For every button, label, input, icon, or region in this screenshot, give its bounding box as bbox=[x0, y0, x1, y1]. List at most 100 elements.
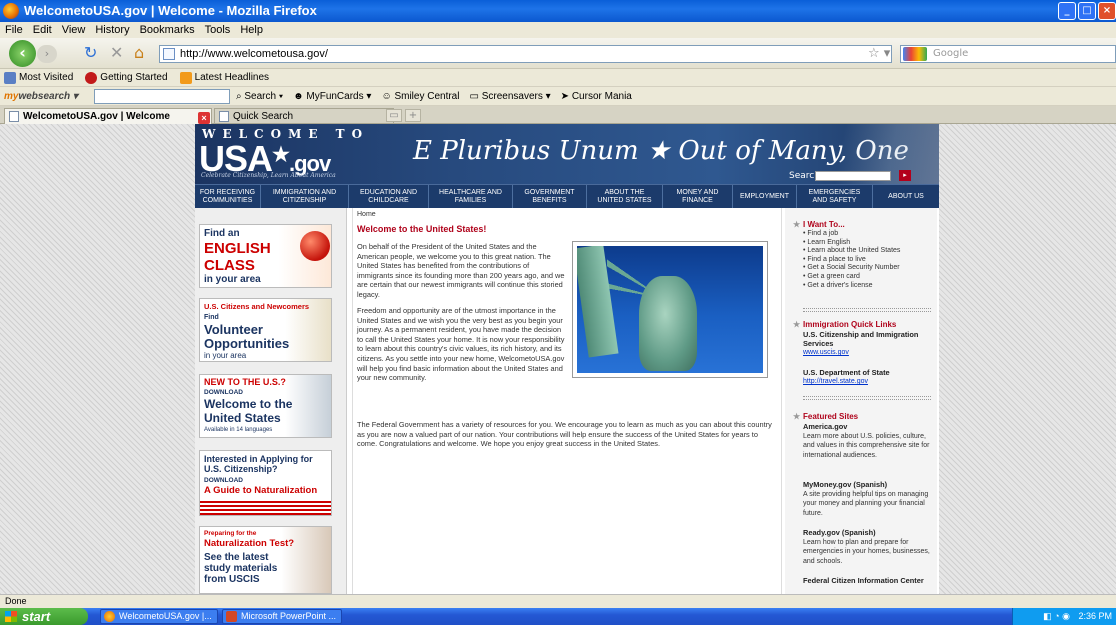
maximize-button[interactable]: □ bbox=[1078, 2, 1096, 20]
stop-icon[interactable]: ✕ bbox=[110, 44, 123, 62]
nav-emergencies-safety[interactable]: EMERGENCIES AND SAFETY bbox=[797, 185, 873, 208]
address-bar[interactable]: http://www.welcometousa.gov/ bbox=[159, 45, 892, 63]
google-icon[interactable] bbox=[903, 47, 927, 61]
back-button[interactable]: ‹ bbox=[9, 40, 36, 67]
america-gov-desc: Learn more about U.S. policies, culture,… bbox=[803, 433, 930, 459]
reload-icon[interactable]: ↻ bbox=[84, 44, 97, 62]
menu-view[interactable]: View bbox=[62, 22, 86, 38]
promo-new-to-us[interactable]: NEW TO THE U.S.? DOWNLOAD Welcome to the… bbox=[199, 374, 332, 438]
link-ssn[interactable]: • Get a Social Security Number bbox=[803, 264, 900, 273]
fcic-link[interactable]: Federal Citizen Information Center bbox=[803, 576, 931, 585]
firefox-icon bbox=[104, 611, 115, 622]
left-promo-column: Find an ENGLISH CLASS in your area U.S. … bbox=[195, 208, 347, 594]
breadcrumb[interactable]: Home bbox=[357, 211, 376, 218]
taskbar-firefox[interactable]: WelcometoUSA.gov |... bbox=[100, 609, 218, 624]
promo-text: Find bbox=[204, 314, 219, 321]
home-icon[interactable]: ⌂ bbox=[134, 44, 144, 62]
promo-text: Available in 14 languages bbox=[204, 427, 273, 433]
start-button[interactable]: start bbox=[0, 608, 88, 625]
mymoney-gov-link[interactable]: MyMoney.gov (Spanish) bbox=[803, 480, 887, 489]
taskbar-item-label: Microsoft PowerPoint ... bbox=[241, 611, 337, 621]
menu-file[interactable]: File bbox=[5, 22, 23, 38]
clock[interactable]: 2:36 PM bbox=[1078, 611, 1112, 621]
link-learn-us[interactable]: • Learn about the United States bbox=[803, 247, 900, 256]
menu-edit[interactable]: Edit bbox=[33, 22, 52, 38]
taskbar-powerpoint[interactable]: Microsoft PowerPoint ... bbox=[222, 609, 342, 624]
tab-label: WelcometoUSA.gov | Welcome bbox=[23, 111, 170, 122]
nav-immigration-citizenship[interactable]: IMMIGRATION AND CITIZENSHIP bbox=[261, 185, 349, 208]
promo-english-class[interactable]: Find an ENGLISH CLASS in your area bbox=[199, 224, 332, 288]
windows-taskbar: start WelcometoUSA.gov |... Microsoft Po… bbox=[0, 608, 1116, 625]
promo-text: A Guide to Naturalization bbox=[204, 485, 318, 496]
getting-started-icon bbox=[85, 71, 98, 84]
nav-employment[interactable]: EMPLOYMENT bbox=[733, 185, 797, 208]
toolbar-item-label: Cursor Mania bbox=[571, 91, 632, 102]
status-text: Done bbox=[5, 596, 27, 606]
tab-welcometousa[interactable]: WelcometoUSA.gov | Welcome × bbox=[4, 108, 212, 124]
link-drivers-license[interactable]: • Get a driver's license bbox=[803, 282, 900, 291]
promo-naturalization-test[interactable]: Preparing for the Naturalization Test? S… bbox=[199, 526, 332, 594]
promo-text: See the latest study materials from USCI… bbox=[204, 552, 278, 585]
promo-volunteer[interactable]: U.S. Citizens and Newcomers Find Volunte… bbox=[199, 298, 332, 362]
banner-tagline: Celebrate Citizenship, Learn About Ameri… bbox=[201, 172, 336, 179]
mywebsearch-search-button[interactable]: ⌕ Search ▾ bbox=[236, 87, 283, 106]
nav-education-childcare[interactable]: EDUCATION AND CHILDCARE bbox=[349, 185, 429, 208]
tab-list-icon[interactable]: ▭ bbox=[386, 109, 402, 122]
bookmark-most-visited[interactable]: Most Visited bbox=[4, 69, 73, 86]
toolbar-myfuncards[interactable]: ☻ MyFunCards ▾ bbox=[293, 87, 371, 106]
star-icon: ★ bbox=[272, 144, 290, 166]
most-visited-icon bbox=[4, 71, 16, 84]
url-text: http://www.welcometousa.gov/ bbox=[180, 48, 328, 60]
bookmark-latest-headlines[interactable]: Latest Headlines bbox=[179, 69, 269, 86]
promo-text: DOWNLOAD bbox=[204, 389, 243, 396]
america-gov-link[interactable]: America.gov bbox=[803, 422, 847, 431]
toolbar-item-label: Smiley Central bbox=[394, 91, 460, 102]
site-search-go-button[interactable]: ▸ bbox=[899, 170, 911, 181]
page-viewport: WELCOME TO USA★.gov Celebrate Citizenshi… bbox=[0, 124, 1116, 594]
nav-about-us[interactable]: ABOUT US bbox=[873, 185, 939, 208]
toolbar-item-label: MyFunCards bbox=[306, 91, 364, 102]
site-search-input[interactable] bbox=[815, 171, 891, 181]
menu-bookmarks[interactable]: Bookmarks bbox=[140, 22, 195, 38]
menu-help[interactable]: Help bbox=[240, 22, 263, 38]
menu-tools[interactable]: Tools bbox=[205, 22, 231, 38]
uscis-name: U.S. Citizenship and Immigration Service… bbox=[803, 330, 919, 348]
apple-image bbox=[300, 231, 330, 261]
nav-receiving-communities[interactable]: FOR RECEIVING COMMUNITIES bbox=[195, 185, 261, 208]
promo-text: Preparing for the bbox=[204, 530, 257, 537]
promo-text: Opportunities bbox=[204, 336, 290, 351]
nav-about-united-states[interactable]: ABOUT THE UNITED STATES bbox=[587, 185, 663, 208]
new-tab-button[interactable]: + bbox=[405, 109, 421, 122]
logo-part-a: my bbox=[4, 91, 19, 102]
toolbar-cursor-mania[interactable]: ➤ Cursor Mania bbox=[561, 87, 632, 106]
nav-money-finance[interactable]: MONEY AND FINANCE bbox=[663, 185, 733, 208]
promo-text: in your area bbox=[204, 351, 247, 360]
bookmark-star-icon[interactable]: ☆ ▾ bbox=[868, 46, 890, 61]
link-learn-english[interactable]: • Learn English bbox=[803, 239, 900, 248]
toolbar-smiley-central[interactable]: ☺ Smiley Central bbox=[381, 87, 459, 106]
promo-naturalization-guide[interactable]: Interested in Applying for U.S. Citizens… bbox=[199, 450, 332, 516]
tab-quick-search[interactable]: Quick Search bbox=[214, 108, 394, 124]
state-dept-link[interactable]: http://travel.state.gov bbox=[803, 378, 868, 385]
bookmarks-toolbar: Most Visited Getting Started Latest Head… bbox=[0, 69, 1116, 87]
link-green-card[interactable]: • Get a green card bbox=[803, 273, 900, 282]
close-button[interactable]: × bbox=[1098, 2, 1116, 20]
tray-icons[interactable]: ◧ ◔ ◉ bbox=[1043, 611, 1070, 621]
state-dept-name: U.S. Department of State bbox=[803, 368, 890, 377]
link-find-place[interactable]: • Find a place to live bbox=[803, 256, 900, 265]
nav-government-benefits[interactable]: GOVERNMENT BENEFITS bbox=[513, 185, 587, 208]
bookmark-getting-started[interactable]: Getting Started bbox=[85, 69, 168, 86]
tab-close-icon[interactable]: × bbox=[198, 112, 210, 124]
toolbar-screensavers[interactable]: ▭ Screensavers ▾ bbox=[469, 87, 550, 106]
minimize-button[interactable]: _ bbox=[1058, 2, 1076, 20]
mywebsearch-logo[interactable]: mywebsearch ▾ bbox=[4, 87, 78, 106]
nav-healthcare-families[interactable]: HEALTHCARE AND FAMILIES bbox=[429, 185, 513, 208]
uscis-link[interactable]: www.uscis.gov bbox=[803, 349, 849, 356]
link-find-job[interactable]: • Find a job bbox=[803, 230, 900, 239]
menu-history[interactable]: History bbox=[95, 22, 129, 38]
forward-button[interactable]: › bbox=[37, 45, 57, 63]
search-engine-input[interactable]: Google bbox=[900, 45, 1116, 63]
mywebsearch-input[interactable] bbox=[94, 89, 230, 104]
window-title-bar: WelcometoUSA.gov | Welcome - Mozilla Fir… bbox=[0, 0, 1116, 22]
ready-gov-link[interactable]: Ready.gov (Spanish) bbox=[803, 528, 876, 537]
